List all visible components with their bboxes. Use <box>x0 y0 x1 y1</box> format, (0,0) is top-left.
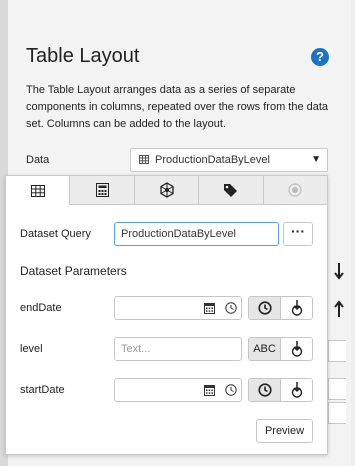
text-mode-button[interactable]: ABC <box>249 338 280 360</box>
hidden-field-edge <box>328 378 346 400</box>
binding-icon <box>291 300 302 316</box>
startdate-mode-toggle <box>248 378 313 402</box>
data-label: Data <box>26 154 50 166</box>
table-icon <box>30 184 45 197</box>
clock-icon[interactable] <box>225 302 237 314</box>
popup-tabbar <box>6 176 328 205</box>
data-select[interactable]: ProductionDataByLevel ▼ <box>130 148 328 172</box>
browse-query-button[interactable]: ··· <box>283 222 313 246</box>
level-mode-toggle: ABC <box>248 337 313 361</box>
hidden-field-edge <box>328 402 346 424</box>
network-icon <box>159 182 174 198</box>
hidden-field-edge <box>328 340 346 362</box>
help-icon[interactable]: ? <box>311 48 329 66</box>
dataset-parameters-heading: Dataset Parameters <box>20 264 127 278</box>
param-label-level: level <box>20 343 43 355</box>
tag-icon <box>224 183 238 197</box>
clock-icon <box>257 383 272 397</box>
calculator-icon <box>95 183 109 197</box>
binding-icon <box>291 382 302 398</box>
target-icon <box>288 183 302 197</box>
dataset-popup: Dataset Query ProductionDataByLevel ··· … <box>5 175 328 455</box>
data-select-value: ProductionDataByLevel <box>155 154 270 166</box>
time-mode-button[interactable] <box>249 297 280 319</box>
tab-table[interactable] <box>6 176 71 205</box>
tab-target[interactable] <box>263 176 328 204</box>
param-label-startdate: startDate <box>20 384 65 396</box>
startdate-input[interactable] <box>114 378 242 402</box>
dataset-query-label: Dataset Query <box>20 228 91 240</box>
layout-description: The Table Layout arranges data as a seri… <box>26 84 329 130</box>
enddate-input[interactable] <box>114 296 242 320</box>
clock-icon[interactable] <box>225 384 237 396</box>
dataset-query-input[interactable]: ProductionDataByLevel <box>114 222 279 246</box>
binding-mode-button[interactable] <box>280 297 312 319</box>
param-label-enddate: endDate <box>20 302 62 314</box>
binding-mode-button[interactable] <box>280 338 312 360</box>
preview-button[interactable]: Preview <box>256 419 313 443</box>
tab-tag[interactable] <box>199 176 264 204</box>
chevron-down-icon: ▼ <box>311 154 321 165</box>
binding-mode-button[interactable] <box>280 379 312 401</box>
page-title: Table Layout <box>26 45 140 67</box>
clock-icon <box>257 301 272 315</box>
tab-calculator[interactable] <box>70 176 135 204</box>
table-icon <box>139 155 149 164</box>
calendar-icon[interactable] <box>204 302 215 314</box>
calendar-icon[interactable] <box>204 384 215 396</box>
tab-network[interactable] <box>134 176 200 204</box>
time-mode-button[interactable] <box>249 379 280 401</box>
move-up-icon[interactable] <box>332 300 346 320</box>
move-down-icon[interactable] <box>332 262 346 282</box>
enddate-mode-toggle <box>248 296 313 320</box>
level-input[interactable]: Text... <box>114 337 242 361</box>
binding-icon <box>291 341 302 357</box>
